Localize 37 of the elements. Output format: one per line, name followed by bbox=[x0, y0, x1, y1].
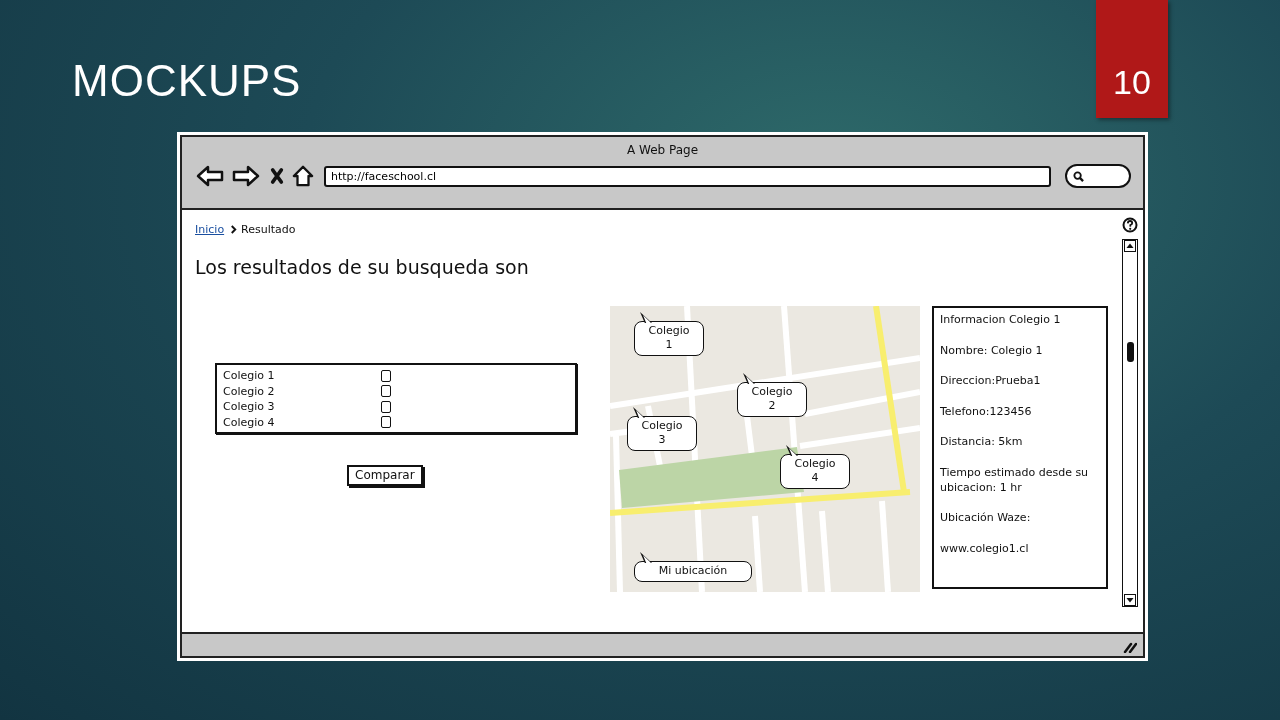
school-name: Colegio 1 bbox=[223, 369, 276, 383]
school-name: Colegio 4 bbox=[223, 415, 276, 429]
page-heading: Los resultados de su busqueda son bbox=[195, 256, 530, 280]
back-icon[interactable] bbox=[196, 164, 224, 188]
close-icon[interactable] bbox=[270, 167, 284, 185]
breadcrumb-current: Resultado bbox=[241, 222, 296, 236]
info-text: Tiempo estimado desde su ubicacion: 1 hr bbox=[940, 464, 1090, 495]
scrollbar-thumb[interactable] bbox=[1126, 342, 1134, 362]
school-name: Colegio 3 bbox=[223, 400, 276, 414]
scroll-up-button[interactable] bbox=[1124, 240, 1136, 252]
address-field[interactable]: http://faceschool.cl bbox=[324, 165, 1051, 187]
window-title: A Web Page bbox=[626, 143, 699, 157]
info-text: Ubicación Waze: bbox=[940, 510, 1032, 525]
page-number: 10 bbox=[1096, 0, 1168, 118]
help-icon[interactable] bbox=[1122, 217, 1138, 233]
checkbox[interactable] bbox=[381, 416, 391, 429]
search-icon bbox=[1073, 170, 1084, 182]
resize-grip-icon[interactable] bbox=[1123, 641, 1137, 653]
chevron-icon bbox=[230, 224, 238, 234]
scroll-down-button[interactable] bbox=[1124, 594, 1136, 606]
breadcrumb-link[interactable]: Inicio bbox=[195, 222, 225, 236]
slide-title: MOCKUPS bbox=[71, 55, 302, 107]
checkbox[interactable] bbox=[381, 369, 391, 382]
home-icon[interactable] bbox=[292, 165, 314, 187]
compare-button[interactable]: Comparar bbox=[347, 465, 423, 486]
info-text: Telefono:123456 bbox=[940, 403, 1033, 419]
school-name: Colegio 2 bbox=[223, 384, 276, 398]
info-text: Informacion Colegio 1 bbox=[940, 312, 1062, 327]
checkbox[interactable] bbox=[381, 400, 391, 413]
forward-icon[interactable] bbox=[232, 164, 260, 188]
search-field[interactable] bbox=[1065, 164, 1131, 188]
info-text: Distancia: 5km bbox=[940, 434, 1024, 449]
checkbox[interactable] bbox=[381, 385, 391, 398]
info-text: Nombre: Colegio 1 bbox=[940, 342, 1044, 358]
info-text: www.colegio1.cl bbox=[940, 540, 1030, 556]
scrollbar[interactable] bbox=[1122, 239, 1138, 607]
info-text: Direccion:Prueba1 bbox=[940, 373, 1042, 388]
